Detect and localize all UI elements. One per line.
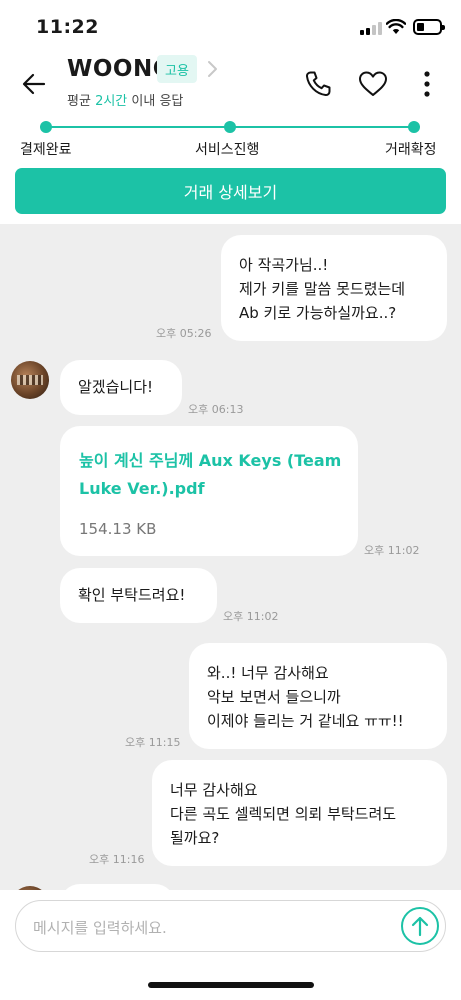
back-button[interactable]: [16, 66, 52, 102]
message-line: 악보 보면서 들으니까: [207, 688, 341, 706]
chat-message-list[interactable]: 아 작곡가님..! 제가 키를 말씀 못드렸는데 Ab 키로 가능하실까요..?…: [0, 224, 461, 890]
response-prefix: 평균: [67, 94, 91, 109]
file-name-line: Luke Ver.).pdf: [79, 479, 205, 498]
message-input[interactable]: 메시지를 입력하세요.: [15, 900, 446, 952]
file-size: 154.13 KB: [79, 520, 157, 538]
send-button[interactable]: [401, 907, 439, 945]
home-indicator: [148, 982, 314, 988]
favorite-button[interactable]: [356, 68, 390, 100]
cellular-signal-icon: [360, 22, 382, 35]
message-timestamp: 오후 05:26: [156, 327, 212, 340]
message-bubble-received[interactable]: 알겠습니다!: [60, 360, 182, 415]
file-name[interactable]: 높이 계신 주님께 Aux Keys (Team Luke Ver.).pdf: [79, 447, 358, 503]
more-vertical-icon: [424, 71, 430, 97]
message-timestamp: 오후 06:13: [188, 403, 244, 416]
response-time: 평균 2시간 이내 응답: [67, 90, 183, 109]
message-line: Ab 키로 가능하실까요..?: [239, 304, 397, 322]
progress-step-dot: [224, 121, 236, 133]
call-button[interactable]: [302, 68, 334, 100]
message-line: 이제야 들리는 거 같네요 ㅠㅠ!!: [207, 712, 404, 730]
transaction-detail-button[interactable]: 거래 상세보기: [15, 168, 446, 214]
message-input-placeholder: 메시지를 입력하세요.: [33, 919, 167, 937]
chevron-right-icon[interactable]: [204, 59, 220, 79]
message-input-bar: 메시지를 입력하세요.: [0, 890, 461, 1000]
progress-step-service: 서비스진행: [195, 142, 260, 158]
message-line: 다른 곡도 셀렉되면 의뢰 부탁드려도: [170, 805, 397, 823]
battery-icon: [413, 19, 445, 35]
status-bar: 11:22: [0, 0, 461, 52]
seller-avatar[interactable]: [11, 361, 49, 399]
progress-step-payment: 결제완료: [20, 142, 72, 158]
progress-step-confirm: 거래확정: [385, 142, 437, 158]
message-bubble-sent[interactable]: 와..! 너무 감사해요 악보 보면서 들으니까 이제야 들리는 거 같네요 ㅠ…: [189, 643, 447, 749]
arrow-up-icon: [411, 916, 429, 937]
message-timestamp: 오후 11:15: [125, 736, 181, 749]
message-timestamp: 오후 11:02: [364, 544, 420, 557]
message-line: 아 작곡가님..!: [239, 256, 329, 274]
message-line: 될까요?: [170, 829, 220, 847]
message-line: 와..! 너무 감사해요: [207, 664, 329, 682]
progress-step-dot: [408, 121, 420, 133]
phone-icon: [305, 71, 331, 97]
message-bubble-sent[interactable]: 너무 감사해요 다른 곡도 셀렉되면 의뢰 부탁드려도 될까요?: [152, 760, 447, 866]
message-line: 너무 감사해요: [170, 781, 258, 799]
arrow-left-icon: [22, 73, 46, 95]
message-timestamp: 오후 11:02: [223, 610, 279, 623]
transaction-progress: 결제완료 서비스진행 거래확정: [0, 112, 461, 164]
message-line: 확인 부탁드려요!: [78, 586, 186, 604]
message-line: 알겠습니다!: [78, 378, 154, 396]
message-line: 제가 키를 말씀 못드렸는데: [239, 280, 406, 298]
file-attachment-bubble[interactable]: 높이 계신 주님께 Aux Keys (Team Luke Ver.).pdf …: [60, 426, 358, 556]
heart-icon: [359, 71, 387, 96]
message-bubble-received[interactable]: 확인 부탁드려요!: [60, 568, 217, 623]
chat-header: WOONG 고용 평균 2시간 이내 응답: [0, 52, 461, 112]
battery-fill: [417, 23, 424, 31]
more-options-button[interactable]: [414, 68, 440, 100]
employ-badge: 고용: [157, 55, 197, 83]
response-suffix: 이내 응답: [131, 94, 184, 109]
message-bubble-sent[interactable]: 아 작곡가님..! 제가 키를 말씀 못드렸는데 Ab 키로 가능하실까요..?: [221, 235, 447, 341]
wifi-icon: [386, 19, 406, 34]
response-time-value: 2시간: [95, 94, 128, 109]
message-timestamp: 오후 11:16: [89, 853, 145, 866]
progress-step-dot: [40, 121, 52, 133]
file-name-line: 높이 계신 주님께 Aux Keys (Team: [79, 451, 342, 470]
status-time: 11:22: [36, 16, 99, 38]
